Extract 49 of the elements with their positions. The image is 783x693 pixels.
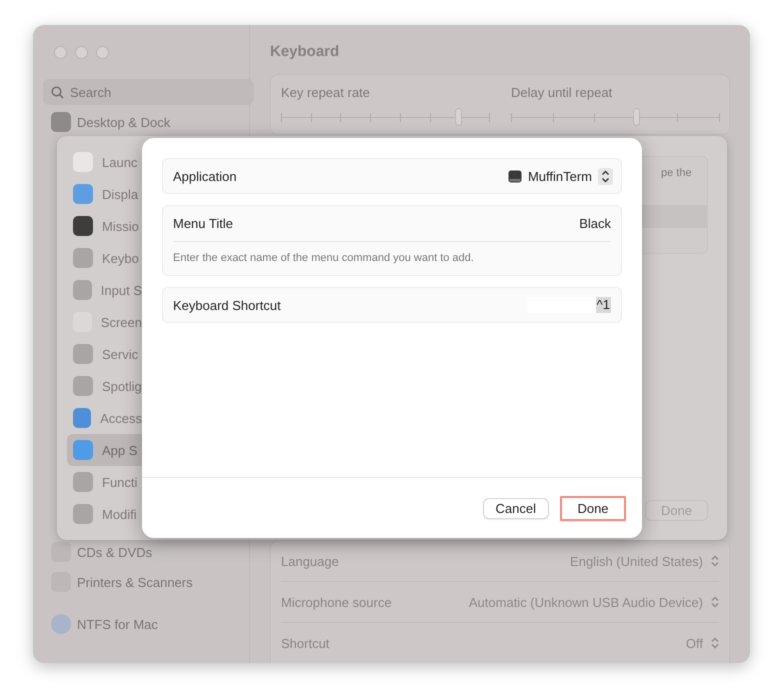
app-popup-button[interactable]: MuffinTerm <box>508 168 613 184</box>
minimize-button[interactable] <box>75 46 88 59</box>
list-item[interactable]: Functi <box>67 466 142 498</box>
list-item[interactable]: Missio <box>67 210 142 242</box>
setting-label: Shortcut <box>281 636 330 650</box>
field-label: Menu Title <box>173 216 233 231</box>
sidebar-item[interactable]: CDs & DVDs <box>43 537 239 567</box>
window-title: Keyboard <box>270 43 340 60</box>
slider-label: Key repeat rate <box>281 85 371 100</box>
chevron-icon <box>711 596 719 608</box>
list-item[interactable]: Input S <box>67 274 142 306</box>
zoom-button[interactable] <box>96 46 109 59</box>
popup-button[interactable]: Automatic (Unknown USB Audio Device) <box>468 594 719 610</box>
popup-button[interactable]: Off <box>686 636 719 650</box>
field-label: Application <box>173 168 237 184</box>
shortcut-field[interactable]: ^1 <box>527 297 611 313</box>
field-label: Keyboard Shortcut <box>173 298 281 312</box>
chevron-icon <box>711 637 719 649</box>
close-button[interactable] <box>54 46 67 59</box>
slider-label: Delay until repeat <box>511 85 614 100</box>
list-item[interactable]: Launc <box>67 146 142 178</box>
slider-track[interactable] <box>511 110 719 126</box>
cancel-button[interactable]: Cancel <box>482 498 549 518</box>
slider-track[interactable] <box>281 110 489 126</box>
list-item[interactable]: Displa <box>67 178 142 210</box>
setting-label: Language <box>281 554 339 568</box>
slider-thumb[interactable] <box>632 108 640 126</box>
sidebar-item[interactable]: NTFS for Mac <box>43 609 239 639</box>
popup-button[interactable]: English (United States) <box>570 554 719 568</box>
list-item[interactable]: Spotlig <box>67 370 142 402</box>
list-item[interactable]: Access <box>67 402 142 434</box>
list-item[interactable]: App S <box>67 434 142 466</box>
description-text: pe the <box>661 167 692 179</box>
done-button[interactable]: Done <box>560 496 626 520</box>
sidebar-item[interactable]: Printers & Scanners <box>43 567 239 597</box>
search-field[interactable]: Search <box>43 79 254 105</box>
menu-title-field[interactable]: Black <box>579 216 611 231</box>
terminal-icon <box>508 170 522 182</box>
list-item[interactable]: Screen <box>67 306 142 338</box>
sidebar-item[interactable]: Desktop & Dock <box>43 107 239 137</box>
chevron-icon <box>711 555 719 567</box>
list-item[interactable]: Modifi <box>67 498 142 530</box>
list-item[interactable]: Keybo <box>67 242 142 274</box>
search-icon <box>51 86 64 99</box>
setting-label: Microphone source <box>281 594 392 610</box>
slider-thumb[interactable] <box>454 108 462 126</box>
hint-text: Enter the exact name of the menu command you want to add. <box>172 251 475 266</box>
chevron-icon <box>598 168 613 184</box>
list-item[interactable]: Servic <box>67 338 142 370</box>
